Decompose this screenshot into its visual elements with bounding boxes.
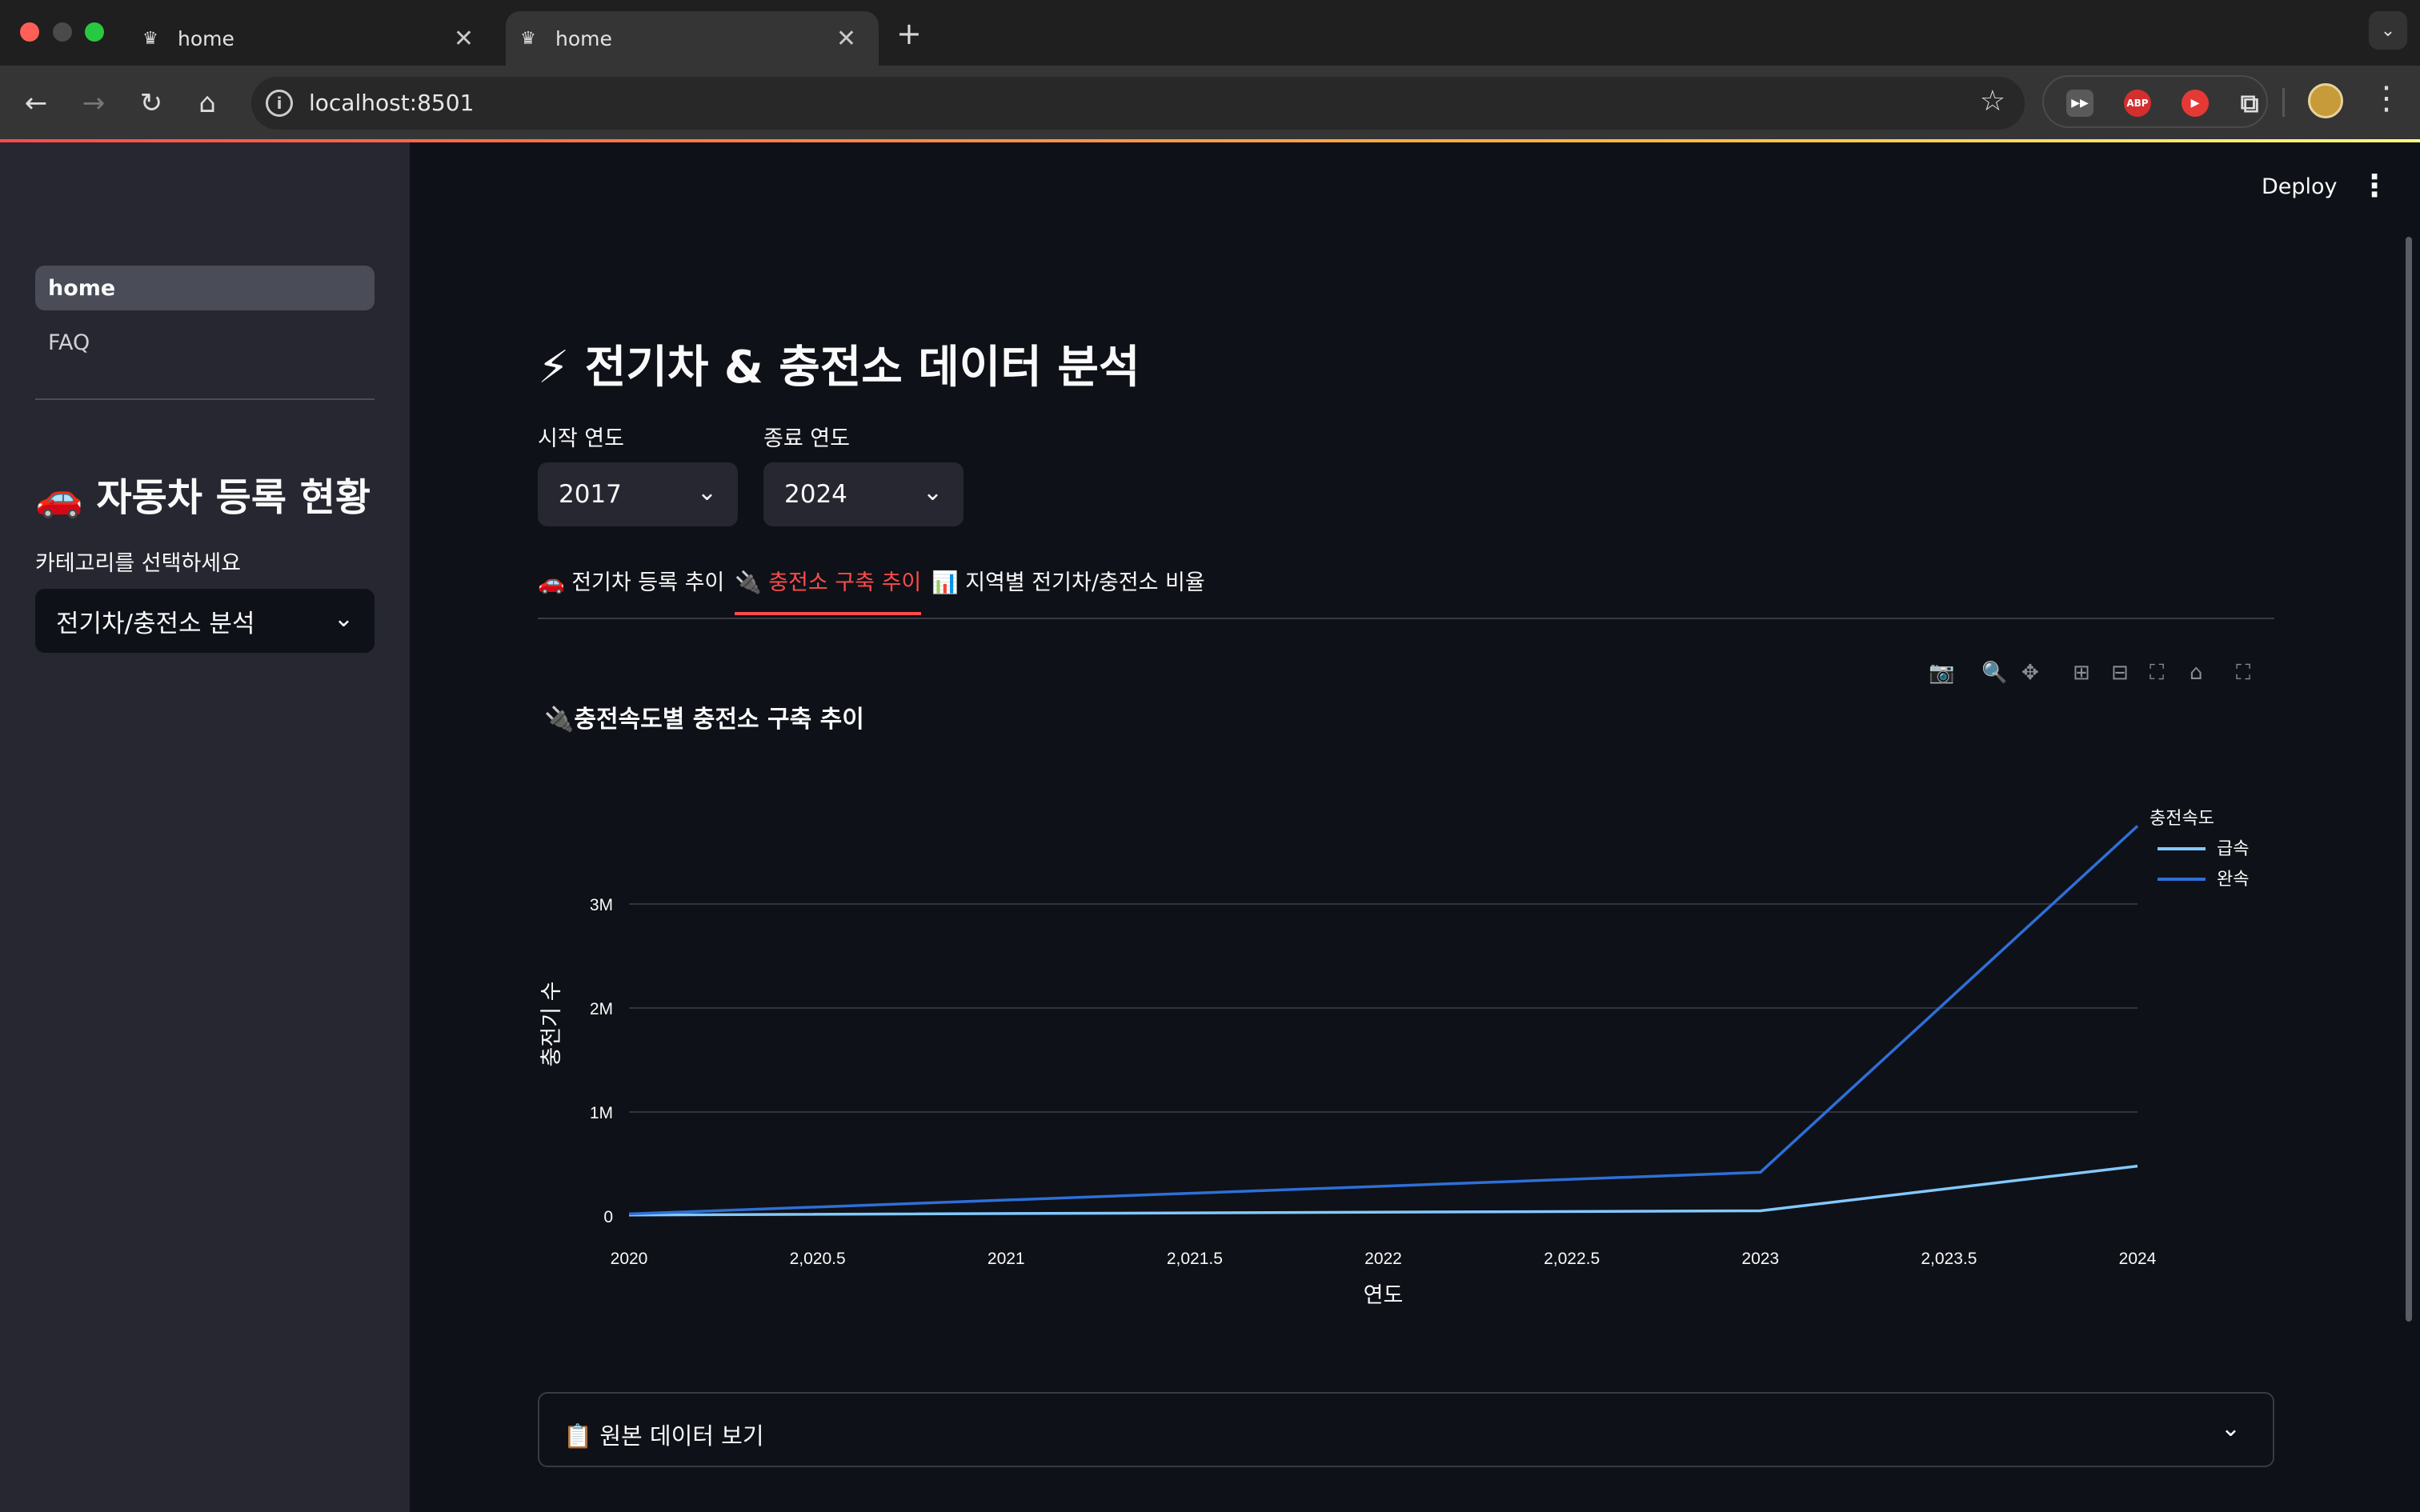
video-speed-extension-icon[interactable]: ▶▶ (2066, 90, 2093, 117)
legend-title: 충전속도 (2150, 808, 2214, 828)
page-title: ⚡ 전기차 & 충전소 데이터 분석 (538, 342, 1140, 394)
x-tick-label: 2,020.5 (790, 1250, 846, 1268)
start-year-label: 시작 연도 (538, 426, 624, 451)
deploy-button[interactable]: Deploy (2262, 174, 2338, 199)
start-year-select[interactable]: 2017 ⌄ (538, 462, 738, 526)
end-year-label: 종료 연도 (763, 426, 850, 451)
category-select-label: 카테고리를 선택하세요 (35, 551, 241, 576)
series-line-완속 (628, 825, 2139, 1216)
browser-tab-active[interactable]: ♛ home ✕ (506, 11, 879, 66)
y-tick-label: 2M (590, 1000, 613, 1018)
y-tick-label: 3M (590, 896, 613, 914)
camera-icon[interactable]: 📷 (1929, 661, 1954, 685)
sidebar: home FAQ 🚗 자동차 등록 현황 카테고리를 선택하세요 전기차/충전소… (0, 142, 410, 1512)
toolbar-divider (2282, 88, 2285, 117)
forward-arrow-icon[interactable]: → (74, 83, 114, 123)
browser-menu-kebab-icon[interactable]: ⋮ (2370, 80, 2402, 117)
x-tick-label: 2023 (1741, 1250, 1779, 1268)
sidebar-item-home[interactable]: home (35, 266, 375, 310)
maximize-window-button[interactable] (85, 22, 104, 42)
chevron-down-icon: ⌄ (2220, 1414, 2241, 1442)
x-tick-label: 2024 (2119, 1250, 2157, 1268)
chevron-down-icon: ⌄ (922, 478, 943, 506)
start-year-value: 2017 (559, 480, 622, 509)
x-tick-label: 2022 (1364, 1250, 1402, 1268)
sidebar-item-faq[interactable]: FAQ (35, 320, 375, 365)
streamlit-crown-icon: ♛ (142, 28, 158, 49)
close-tab-icon[interactable]: ✕ (836, 25, 856, 53)
x-tick-label: 2,022.5 (1544, 1250, 1600, 1268)
chart-title: 🔌충전속도별 충전소 구축 추이 (544, 706, 864, 734)
raw-data-expander[interactable]: 📋 원본 데이터 보기 ⌄ (538, 1392, 2274, 1467)
new-tab-plus-icon[interactable]: + (896, 16, 922, 51)
extensions-group: ▶▶ ABP ▶ ⧉ (2042, 75, 2268, 128)
profile-avatar[interactable] (2308, 83, 2343, 118)
browser-toolbar: ← → ↻ ⌂ i localhost:8501 ☆ ▶▶ ABP ▶ ⧉ ⋮ (0, 66, 2420, 141)
site-info-icon[interactable]: i (266, 90, 293, 117)
zoom-in-icon[interactable]: ⊞ (2073, 661, 2090, 685)
video-player-extension-icon[interactable]: ▶ (2182, 90, 2209, 117)
reset-axes-home-icon[interactable]: ⌂ (2190, 661, 2203, 685)
browser-tab-title: home (555, 26, 612, 50)
expander-label: 📋 원본 데이터 보기 (563, 1422, 764, 1450)
tab-ev-registration[interactable]: 🚗 전기차 등록 추이 (538, 565, 724, 612)
x-tick-label: 2021 (988, 1250, 1025, 1268)
back-arrow-icon[interactable]: ← (16, 83, 56, 123)
end-year-select[interactable]: 2024 ⌄ (763, 462, 964, 526)
content-tabs: 🚗 전기차 등록 추이 🔌 충전소 구축 추이 📊 지역별 전기차/충전소 비율 (538, 560, 2274, 619)
category-select[interactable]: 전기차/충전소 분석 ⌄ (35, 589, 375, 653)
y-tick-label: 1M (590, 1104, 613, 1122)
category-select-value: 전기차/충전소 분석 (56, 609, 255, 638)
bookmark-star-icon[interactable]: ☆ (1980, 85, 2005, 118)
home-icon[interactable]: ⌂ (187, 83, 227, 123)
main-scrollbar[interactable] (2406, 237, 2412, 1322)
close-tab-icon[interactable]: ✕ (454, 25, 474, 53)
tab-charger-build[interactable]: 🔌 충전소 구축 추이 (735, 565, 922, 615)
url-text[interactable]: localhost:8501 (309, 90, 474, 116)
tab-regional-ratio[interactable]: 📊 지역별 전기차/충전소 비율 (932, 565, 1205, 612)
zoom-icon[interactable]: 🔍 (1981, 661, 2007, 685)
main-menu-kebab-icon[interactable]: ⋮ (2359, 168, 2390, 203)
chevron-down-icon: ⌄ (333, 605, 354, 633)
browser-tab[interactable]: ♛ home ✕ (128, 11, 496, 66)
adblock-plus-extension-icon[interactable]: ABP (2124, 90, 2151, 117)
x-tick-label: 2020 (611, 1250, 648, 1268)
pan-icon[interactable]: ✥ (2021, 661, 2039, 685)
extensions-puzzle-icon[interactable]: ⧉ (2236, 88, 2263, 118)
sidebar-heading: 🚗 자동차 등록 현황 (35, 475, 371, 520)
browser-tab-title: home (178, 26, 234, 50)
y-tick-label: 0 (603, 1208, 613, 1226)
line-chart: 0 1M 2M 3M 2020 2,020.5 2021 2,021.5 2022 2,022.5… (539, 808, 2249, 1307)
tab-search-chevron-icon[interactable]: ⌄ (2369, 11, 2407, 50)
chevron-down-icon: ⌄ (696, 478, 717, 506)
legend-entry: 급속 (2217, 838, 2249, 858)
minimize-window-button[interactable] (53, 22, 72, 42)
address-bar[interactable]: i localhost:8501 ☆ (251, 77, 2025, 130)
x-tick-label: 2,021.5 (1167, 1250, 1223, 1268)
close-window-button[interactable] (20, 22, 39, 42)
browser-tab-strip: ♛ home ✕ ♛ home ✕ + ⌄ (0, 0, 2420, 66)
fullscreen-icon[interactable]: ⛶ (2236, 661, 2250, 686)
legend-entry: 완속 (2217, 869, 2249, 889)
sidebar-divider (35, 398, 375, 400)
zoom-out-icon[interactable]: ⊟ (2111, 661, 2129, 685)
x-axis-title: 연도 (1364, 1283, 1404, 1307)
x-tick-label: 2,023.5 (1921, 1250, 1977, 1268)
end-year-value: 2024 (784, 480, 847, 509)
reload-icon[interactable]: ↻ (131, 83, 171, 123)
autoscale-icon[interactable]: ⛶ (2150, 661, 2164, 686)
y-axis-title: 충전기 수 (539, 982, 563, 1067)
streamlit-crown-icon: ♛ (520, 28, 536, 49)
series-line-급속 (628, 1164, 2138, 1217)
